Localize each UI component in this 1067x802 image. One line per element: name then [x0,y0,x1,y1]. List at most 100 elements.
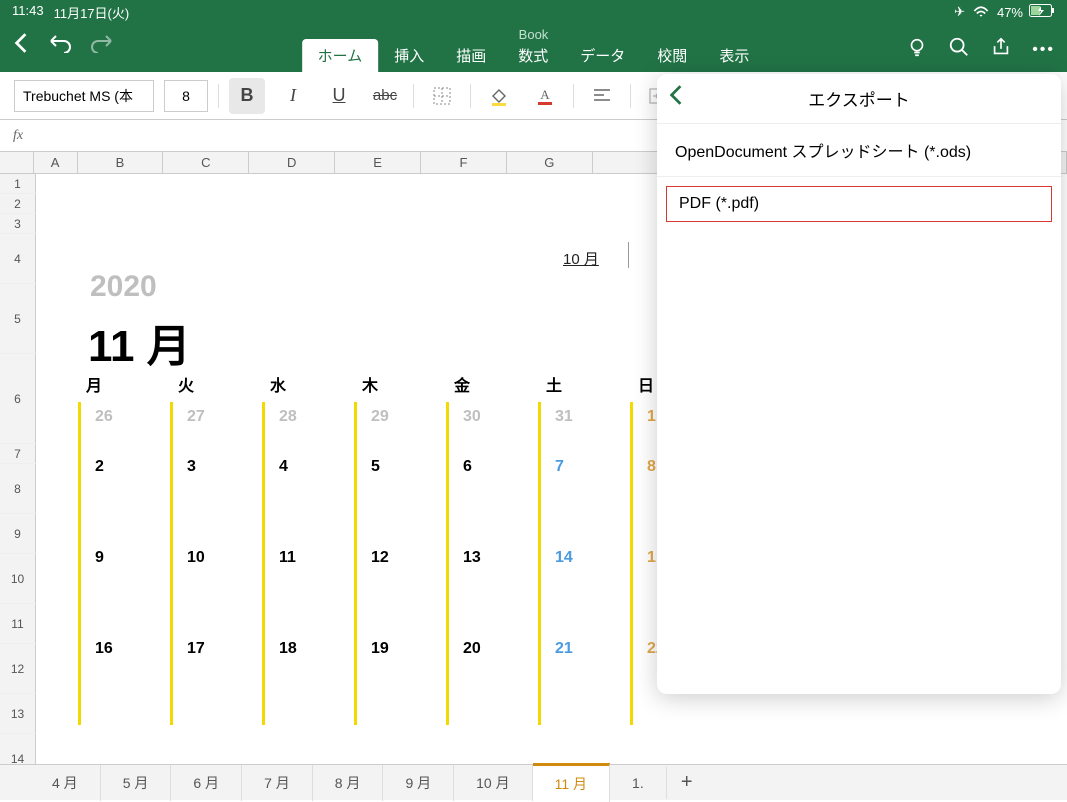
wifi-icon [971,1,991,24]
sheet-tab[interactable]: 9 月 [383,765,454,801]
align-button[interactable] [584,78,620,114]
bold-button[interactable]: B [229,78,265,114]
font-name-input[interactable] [14,80,154,112]
calendar-day[interactable]: 30 [446,402,538,452]
ribbon-tab-数式[interactable]: 数式 [502,39,564,72]
select-all-corner[interactable] [0,152,34,173]
row-header[interactable]: 3 [0,214,36,233]
row-header[interactable]: 9 [0,514,36,553]
calendar-day[interactable]: 21 [538,634,630,725]
ribbon-tab-挿入[interactable]: 挿入 [378,39,440,72]
row-header[interactable]: 13 [0,694,36,733]
status-time: 11:43 [12,3,44,22]
ribbon-tab-データ[interactable]: データ [564,39,641,72]
day-header: 土 [538,372,630,402]
underline-button[interactable]: U [321,78,357,114]
calendar-day[interactable]: 4 [262,452,354,543]
ribbon-tab-描画[interactable]: 描画 [440,39,502,72]
fx-label: fx [0,128,36,144]
border-button[interactable] [424,78,460,114]
row-header[interactable]: 1 [0,174,36,193]
lightbulb-icon[interactable] [906,36,928,63]
ribbon-tabs: ホーム挿入描画数式データ校閲表示 [302,39,766,72]
calendar-day[interactable]: 27 [170,402,262,452]
calendar-day[interactable]: 9 [78,543,170,634]
calendar-day[interactable]: 7 [538,452,630,543]
search-icon[interactable] [948,36,970,63]
row-header[interactable]: 14 [0,734,36,764]
day-header: 火 [170,372,262,402]
column-header[interactable]: A [34,152,78,173]
divider [630,84,631,108]
more-icon[interactable]: ••• [1032,41,1055,59]
sheet-tabs-bar: 4 月5 月6 月7 月8 月9 月10 月11 月1.+ [0,764,1067,800]
calendar-day[interactable]: 11 [262,543,354,634]
export-option[interactable]: PDF (*.pdf) [661,181,1057,227]
export-option[interactable]: OpenDocument スプレッドシート (*.ods) [657,124,1061,177]
prev-month-link[interactable]: 10 月 [563,248,599,269]
divider [470,84,471,108]
sheet-tab[interactable]: 4 月 [30,765,101,801]
day-header: 水 [262,372,354,402]
calendar-day[interactable]: 17 [170,634,262,725]
ribbon-tab-ホーム[interactable]: ホーム [302,39,379,72]
fill-color-button[interactable] [481,78,517,114]
column-header[interactable]: C [163,152,249,173]
font-color-button[interactable]: A [527,78,563,114]
column-header[interactable]: D [249,152,335,173]
calendar-day[interactable]: 10 [170,543,262,634]
row-header[interactable]: 6 [0,354,36,443]
divider [413,84,414,108]
row-header[interactable]: 10 [0,554,36,603]
sheet-tab[interactable]: 1. [610,767,667,799]
calendar-day[interactable]: 29 [354,402,446,452]
calendar-day[interactable]: 16 [78,634,170,725]
font-size-input[interactable] [164,80,208,112]
export-back-icon[interactable] [669,84,683,113]
calendar-day[interactable]: 26 [78,402,170,452]
ribbon-tab-表示[interactable]: 表示 [703,39,765,72]
calendar-day[interactable]: 28 [262,402,354,452]
share-icon[interactable] [990,36,1012,63]
calendar-day[interactable]: 12 [354,543,446,634]
row-header[interactable]: 2 [0,194,36,213]
status-date: 11月17日(火) [54,3,130,22]
calendar-day[interactable]: 3 [170,452,262,543]
calendar-day[interactable]: 6 [446,452,538,543]
column-header[interactable]: E [335,152,421,173]
divider [218,84,219,108]
row-header[interactable]: 8 [0,464,36,513]
sheet-tab[interactable]: 10 月 [454,765,532,801]
calendar-day[interactable]: 19 [354,634,446,725]
export-title: エクスポート [808,86,910,111]
add-sheet-button[interactable]: + [667,771,707,794]
sheet-tab[interactable]: 7 月 [242,765,313,801]
column-header[interactable]: G [507,152,593,173]
sheet-tab[interactable]: 8 月 [313,765,384,801]
column-header[interactable]: F [421,152,507,173]
calendar-day[interactable]: 2 [78,452,170,543]
row-header[interactable]: 5 [0,284,36,353]
calendar-day[interactable]: 14 [538,543,630,634]
sheet-tab[interactable]: 11 月 [533,763,610,802]
back-icon[interactable] [12,32,30,59]
sheet-tab[interactable]: 5 月 [101,765,172,801]
column-header[interactable]: B [78,152,164,173]
export-panel: エクスポート OpenDocument スプレッドシート (*.ods)PDF … [657,74,1061,694]
row-header[interactable]: 7 [0,444,36,463]
row-header[interactable]: 11 [0,604,36,643]
calendar-day[interactable]: 18 [262,634,354,725]
undo-icon[interactable] [48,33,72,58]
calendar-day[interactable]: 5 [354,452,446,543]
italic-button[interactable]: I [275,78,311,114]
calendar-day[interactable]: 31 [538,402,630,452]
calendar-day[interactable]: 13 [446,543,538,634]
redo-icon[interactable] [90,33,114,58]
svg-text:A: A [540,87,550,102]
row-header[interactable]: 4 [0,234,36,283]
strikethrough-button[interactable]: abc [367,78,403,114]
ribbon-tab-校閲[interactable]: 校閲 [641,39,703,72]
sheet-tab[interactable]: 6 月 [171,765,242,801]
row-header[interactable]: 12 [0,644,36,693]
calendar-day[interactable]: 20 [446,634,538,725]
